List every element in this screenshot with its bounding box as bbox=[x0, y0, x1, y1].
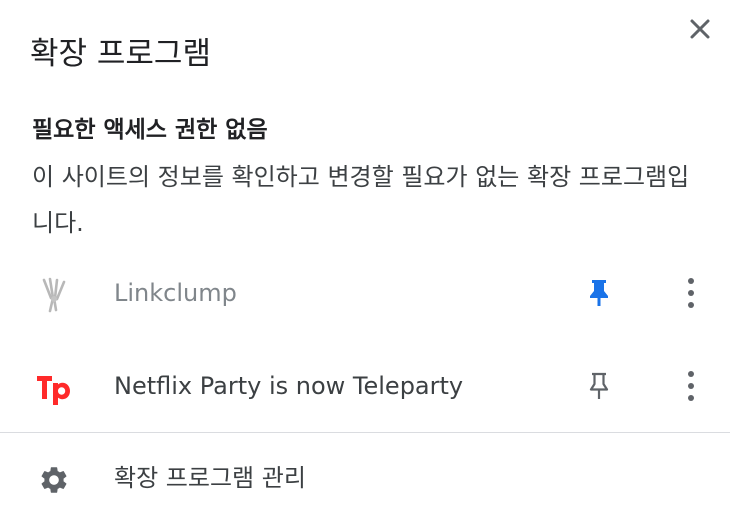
extension-row-teleparty[interactable]: Netflix Party is now Teleparty bbox=[0, 346, 730, 426]
extension-name[interactable]: Linkclump bbox=[114, 273, 237, 313]
section-heading: 필요한 액세스 권한 없음 bbox=[32, 117, 268, 143]
teleparty-logo-icon bbox=[34, 368, 74, 408]
pin-button[interactable] bbox=[580, 273, 618, 313]
manage-extensions-button[interactable]: 확장 프로그램 관리 bbox=[0, 440, 730, 512]
divider bbox=[0, 432, 730, 433]
close-icon bbox=[690, 19, 710, 39]
popup-title: 확장 프로그램 bbox=[30, 36, 211, 72]
pin-button[interactable] bbox=[580, 366, 618, 406]
extension-row-linkclump[interactable]: Linkclump bbox=[0, 253, 730, 333]
close-button[interactable] bbox=[683, 12, 717, 46]
gear-icon bbox=[34, 460, 74, 500]
manage-extensions-label: 확장 프로그램 관리 bbox=[114, 464, 306, 492]
more-options-button[interactable] bbox=[672, 366, 710, 406]
more-vertical-icon bbox=[688, 278, 694, 308]
extensions-popup: 확장 프로그램 필요한 액세스 권한 없음 이 사이트의 정보를 확인하고 변경… bbox=[0, 0, 730, 519]
pin-outline-icon bbox=[589, 372, 609, 399]
more-vertical-icon bbox=[688, 371, 694, 401]
more-options-button[interactable] bbox=[672, 273, 710, 313]
section-description: 이 사이트의 정보를 확인하고 변경할 필요가 없는 확장 프로그램입니다. bbox=[32, 163, 690, 237]
extension-name[interactable]: Netflix Party is now Teleparty bbox=[114, 366, 463, 406]
pin-filled-icon bbox=[590, 280, 608, 306]
linkclump-icon bbox=[34, 275, 74, 315]
